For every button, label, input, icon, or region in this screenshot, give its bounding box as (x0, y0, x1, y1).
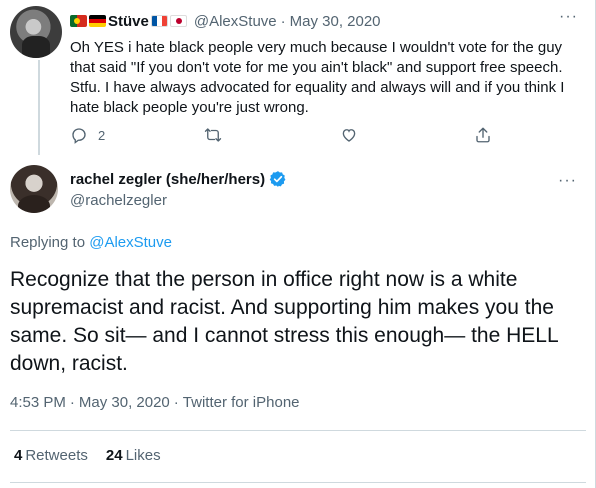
meta-separator: · (69, 394, 75, 411)
stats-top-divider (10, 430, 586, 431)
parent-display-name[interactable]: Stüve (108, 13, 149, 30)
parent-handle[interactable]: @AlexStuve (194, 13, 277, 30)
share-button[interactable] (474, 126, 492, 144)
france-flag-icon (150, 15, 168, 27)
reply-icon (72, 128, 86, 144)
reply-count: 2 (98, 127, 106, 143)
meta-separator: · (173, 394, 179, 411)
portugal-flag-icon (70, 15, 87, 27)
heart-icon (342, 129, 356, 142)
parent-more-options-icon[interactable]: ··· (559, 9, 578, 25)
retweet-icon (204, 128, 222, 142)
retweet-button[interactable] (204, 126, 222, 144)
tweet-client[interactable]: Twitter for iPhone (183, 394, 300, 411)
parent-tweet-header: Stüve @AlexStuve · May 30, 2020 (70, 10, 381, 32)
germany-flag-icon (89, 15, 106, 27)
parent-tweet-text: Oh YES i hate black people very much bec… (70, 39, 565, 116)
likes-stat[interactable]: 24 Likes (106, 447, 161, 464)
tweet-metadata: 4:53 PM · May 30, 2020 · Twitter for iPhone (10, 394, 300, 411)
parent-avatar[interactable] (10, 6, 62, 58)
stats-bottom-divider (10, 482, 586, 483)
parent-date[interactable]: May 30, 2020 (290, 13, 381, 30)
reply-button[interactable]: 2 (70, 126, 105, 144)
share-icon (476, 127, 490, 143)
replying-to-handle-link[interactable]: @AlexStuve (89, 234, 172, 251)
main-more-options-icon[interactable]: ··· (558, 173, 577, 189)
retweets-label: Retweets (25, 447, 88, 464)
retweets-stat[interactable]: 4 Retweets (14, 447, 88, 464)
parent-tweet[interactable]: Stüve @AlexStuve · May 30, 2020 ··· Oh Y… (0, 0, 596, 155)
japan-flag-icon (169, 15, 187, 27)
engagement-stats: 4 Retweets 24 Likes (14, 447, 161, 464)
replying-to-prefix: Replying to (10, 234, 90, 251)
tweet-date[interactable]: May 30, 2020 (79, 394, 170, 411)
parent-action-bar: 2 (70, 126, 500, 146)
replying-to-line: Replying to @AlexStuve (10, 234, 172, 251)
main-handle[interactable]: @rachelzegler (70, 192, 167, 209)
tweet-time[interactable]: 4:53 PM (10, 394, 66, 411)
main-tweet-text: Recognize that the person in office righ… (10, 268, 558, 375)
parent-header-separator: · (280, 12, 286, 30)
likes-label: Likes (125, 447, 161, 464)
like-button[interactable] (340, 126, 358, 144)
thread-connector-line (38, 60, 40, 155)
main-avatar[interactable] (10, 165, 58, 213)
tweet-thread: Stüve @AlexStuve · May 30, 2020 ··· Oh Y… (0, 0, 596, 488)
main-display-name-row[interactable]: rachel zegler (she/her/hers) (70, 170, 287, 188)
verified-badge-icon (269, 171, 286, 187)
main-display-name[interactable]: rachel zegler (she/her/hers) (70, 171, 265, 188)
retweets-count: 4 (14, 447, 23, 464)
likes-count: 24 (105, 447, 123, 464)
